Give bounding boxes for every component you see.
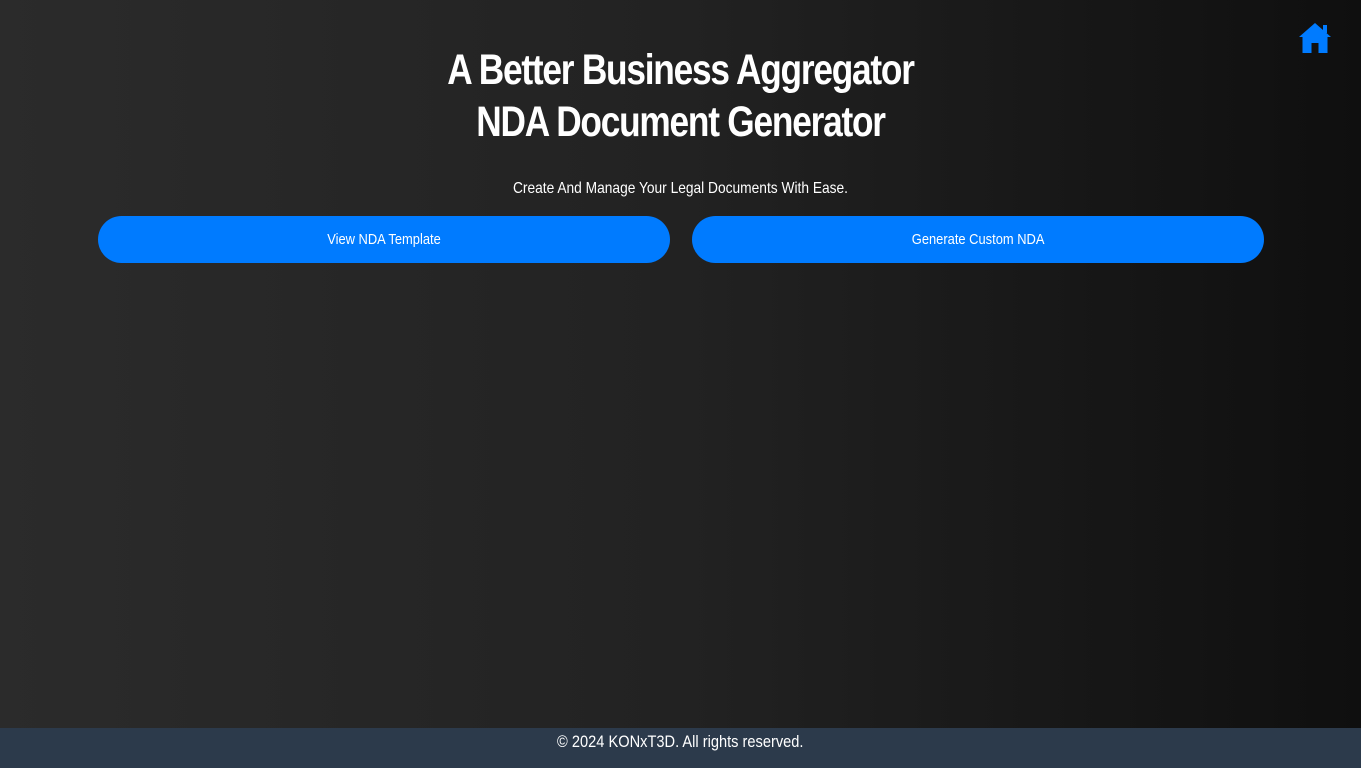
view-nda-template-button[interactable]: View NDA Template [98, 216, 670, 263]
title-line-1: A Better Business Aggregator [447, 46, 915, 94]
view-nda-template-label: View NDA Template [327, 231, 441, 248]
footer: © 2024 KONxT3D. All rights reserved. [0, 728, 1361, 768]
title-line-2: NDA Document Generator [476, 98, 886, 146]
copyright-text: © 2024 KONxT3D. All rights reserved. [557, 732, 804, 751]
page-header: A Better Business Aggregator NDA Documen… [0, 44, 1361, 148]
page-subtitle: Create And Manage Your Legal Documents W… [512, 180, 849, 197]
page-title: A Better Business Aggregator NDA Documen… [122, 44, 1238, 148]
generate-custom-nda-label: Generate Custom NDA [911, 231, 1045, 248]
generate-custom-nda-button[interactable]: Generate Custom NDA [692, 216, 1264, 263]
